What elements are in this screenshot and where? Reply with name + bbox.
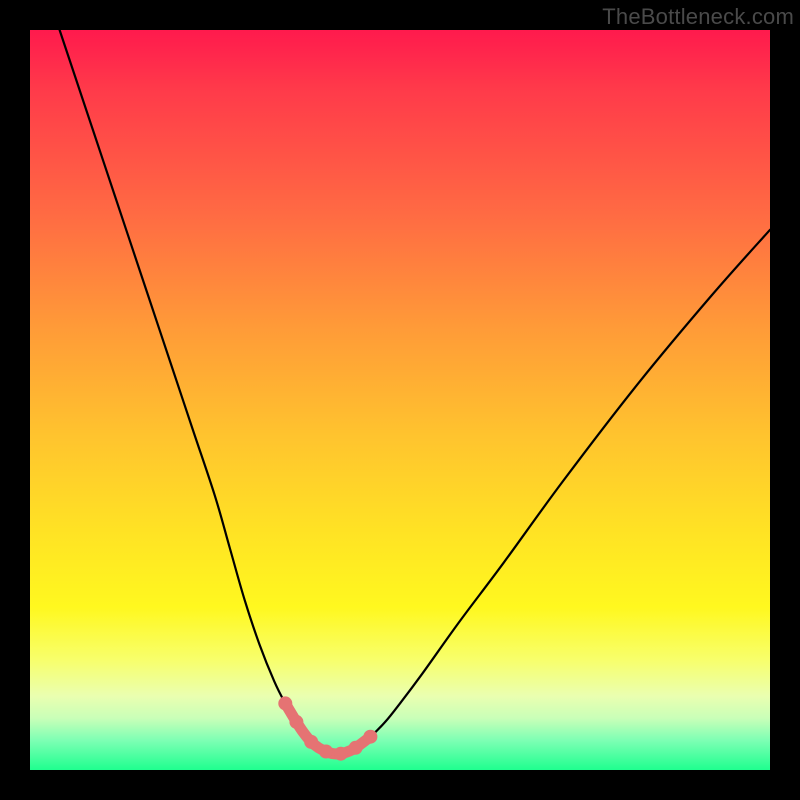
chart-frame: TheBottleneck.com	[0, 0, 800, 800]
marker-dot	[349, 741, 363, 755]
marker-dot	[304, 735, 318, 749]
chart-svg	[30, 30, 770, 770]
marker-dot	[289, 715, 303, 729]
marker-dot	[363, 730, 377, 744]
chart-plot-area	[30, 30, 770, 770]
marker-dot	[319, 745, 333, 759]
marker-dot	[278, 696, 292, 710]
marker-dot	[334, 747, 348, 761]
watermark-text: TheBottleneck.com	[602, 4, 794, 30]
bottleneck-curve	[60, 30, 770, 754]
